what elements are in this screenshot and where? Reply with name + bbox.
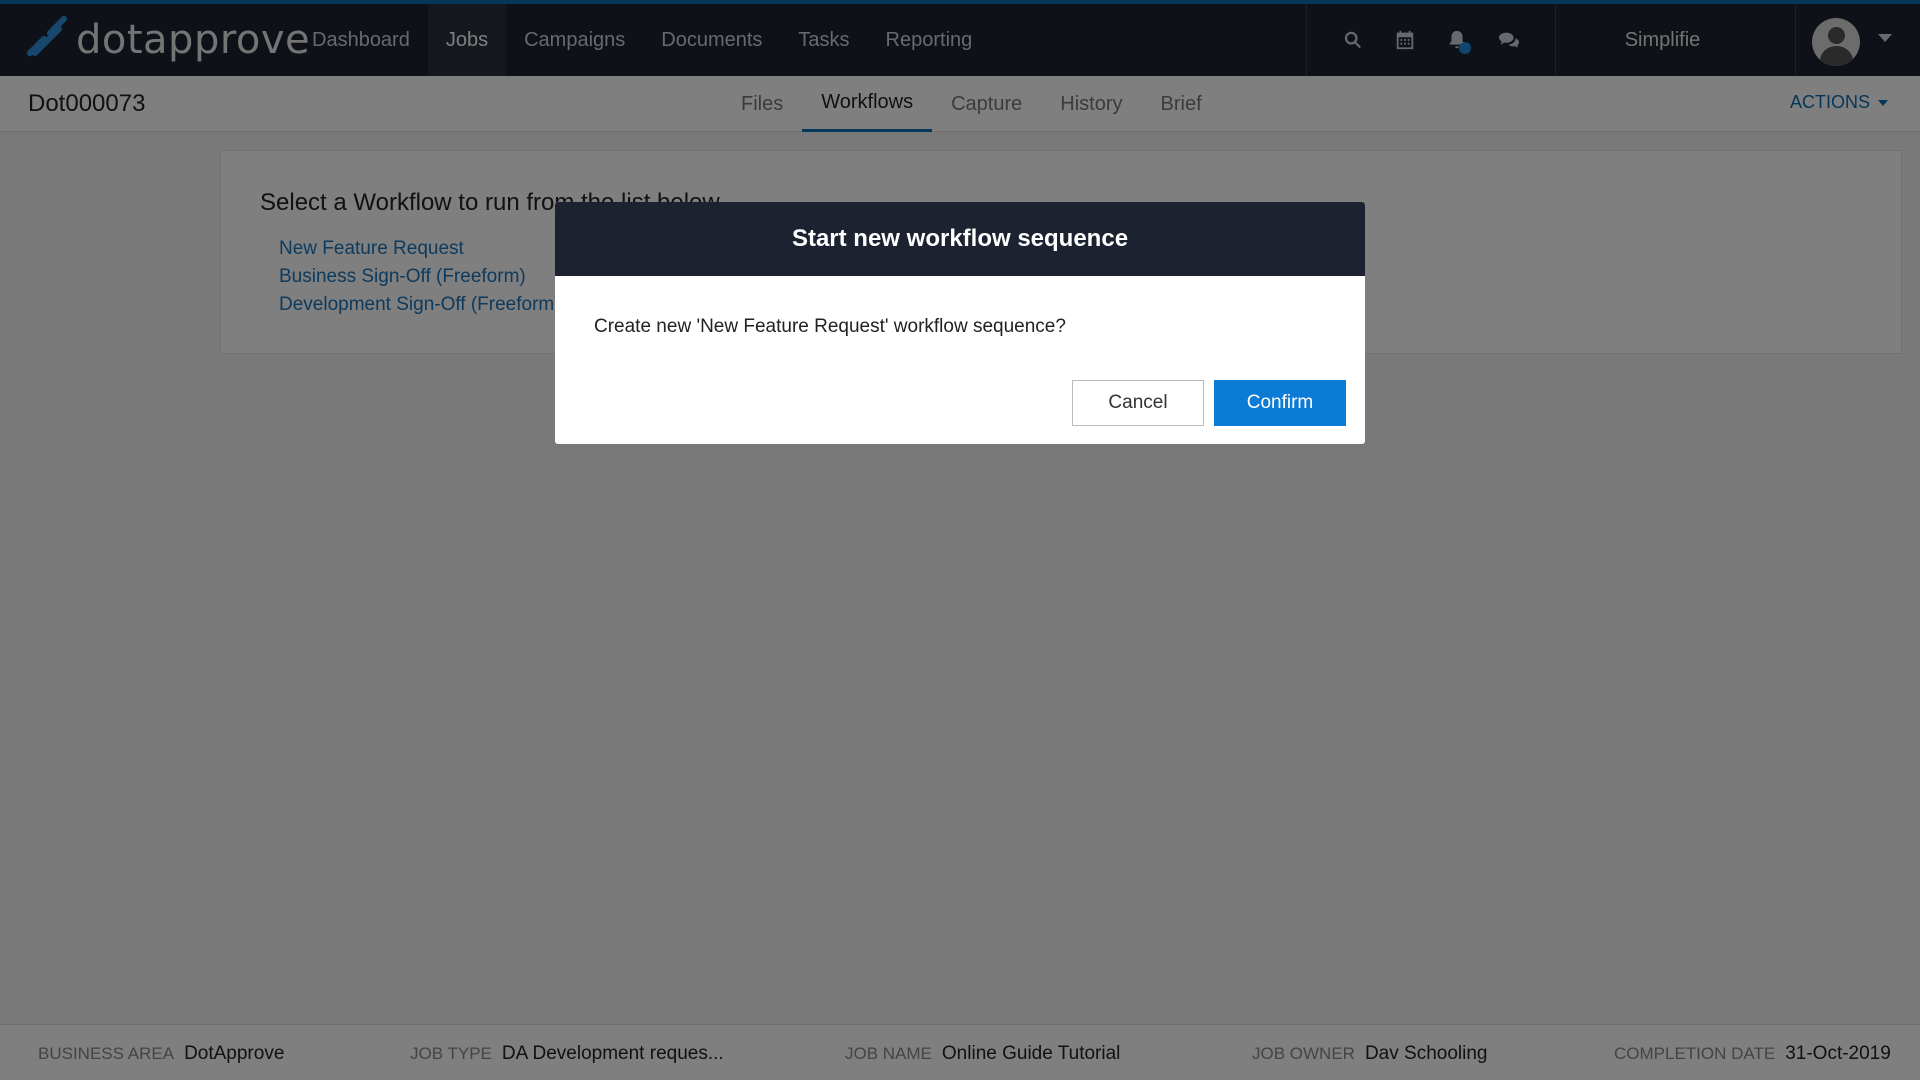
dialog-message: Create new 'New Feature Request' workflo… — [594, 316, 1066, 337]
cancel-button[interactable]: Cancel — [1072, 380, 1204, 426]
start-workflow-dialog: Start new workflow sequence Create new '… — [555, 202, 1365, 444]
confirm-button[interactable]: Confirm — [1214, 380, 1346, 426]
dialog-title: Start new workflow sequence — [555, 202, 1365, 276]
modal-backdrop[interactable] — [0, 0, 1920, 1080]
